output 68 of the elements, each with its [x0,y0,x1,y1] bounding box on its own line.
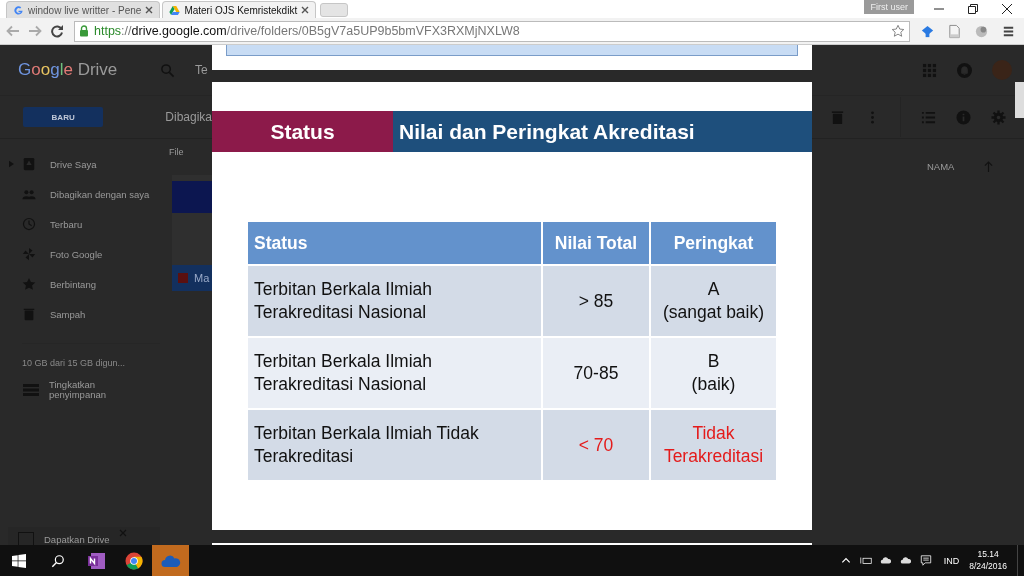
drive-logo[interactable]: Google Drive [18,60,148,80]
storage-icon [23,383,39,396]
table-cell: Terbitan Berkala Ilmiah Terakreditasi Nasional [248,337,542,409]
table-cell: 70-85 [542,337,650,409]
slide-title: Nilai dan Peringkat Akreditasi [393,111,812,152]
battery-icon[interactable] [859,555,872,566]
table-cell: A (sangat baik) [650,265,776,337]
clock[interactable]: 15.14 8/24/2016 [969,548,1011,573]
table-cell: < 70 [542,409,650,480]
message-icon[interactable] [919,555,932,566]
document-icon[interactable] [947,23,962,39]
table-cell: Terbitan Berkala Ilmiah Tidak Terakreditasi [248,409,542,480]
file-name[interactable]: Ma [194,272,210,284]
new-button[interactable]: BARU [23,107,104,127]
search-icon[interactable] [51,553,65,568]
sidebar-item[interactable]: Terbaru [0,209,160,239]
input-language-indicator[interactable]: IND [943,555,960,566]
restore-icon [968,4,978,14]
sidebar-item[interactable]: Berbintang [0,269,160,299]
breadcrumb[interactable]: Dibagika [165,110,212,124]
close-icon [1002,4,1012,14]
scrollbar-thumb[interactable] [1015,82,1024,118]
table-cell: Terbitan Berkala Ilmiah Terakreditasi Nasional [248,265,542,337]
table-cell: B (baik) [650,337,776,409]
extension-icon[interactable] [974,23,989,39]
table-cell: > 85 [542,265,650,337]
windows-start-icon[interactable] [12,553,26,568]
promo-text[interactable]: Dapatkan Drive [44,534,110,545]
sort-label[interactable]: NAMA [927,161,955,172]
trash-icon [22,307,36,321]
star-icon [22,277,36,291]
close-icon[interactable] [145,6,154,14]
clock-icon [22,217,36,231]
storage-usage-text: 10 GB dari 15 GB digun... [22,358,127,368]
sidebar-item[interactable]: Dibagikan dengan saya [0,179,160,209]
search-field[interactable]: Te [195,63,208,77]
pinwheel-icon [22,247,36,261]
new-tab-button[interactable] [320,3,349,17]
notebook-app-icon [87,551,106,570]
cloud-app-icon [160,553,181,568]
browser-tab[interactable]: Materi OJS Kemristekdikt [162,1,317,18]
close-icon[interactable] [301,6,310,14]
pdf-icon [178,273,188,283]
column-header: Peringkat [650,222,776,265]
sidebar-item[interactable]: Sampah [0,299,160,329]
table-cell: Tidak Terakreditasi [650,409,776,480]
google-g-icon [13,4,24,16]
browser-tab[interactable]: window live writter - Pene [6,1,161,18]
forward-icon[interactable] [28,24,42,38]
drive-icon [22,157,36,171]
lock-icon [79,25,89,37]
column-header: Status [248,222,542,265]
sidebar-item[interactable]: Foto Google [0,239,160,269]
people-icon [22,187,36,201]
back-icon[interactable] [6,24,20,38]
slide-title-label: Status [212,111,393,152]
browser-app-icon [124,551,143,570]
reload-icon[interactable] [50,24,64,38]
section-title: File [169,147,185,157]
extension-icon[interactable] [920,23,935,39]
drive-logo-icon [169,4,181,16]
address-bar[interactable]: https://drive.google.com/drive/folders/0B5gV7a5UP9b5bmVFX3RXMjNXLW8 [74,20,910,42]
sidebar-item[interactable]: Drive Saya [0,149,160,179]
cloud-icon[interactable] [899,555,912,566]
column-header: Nilai Total [542,222,650,265]
cloud-icon[interactable] [879,555,892,566]
bookmark-star-icon[interactable] [891,24,905,38]
upgrade-storage-link[interactable]: Tingkatkan penyimpanan [49,380,139,399]
